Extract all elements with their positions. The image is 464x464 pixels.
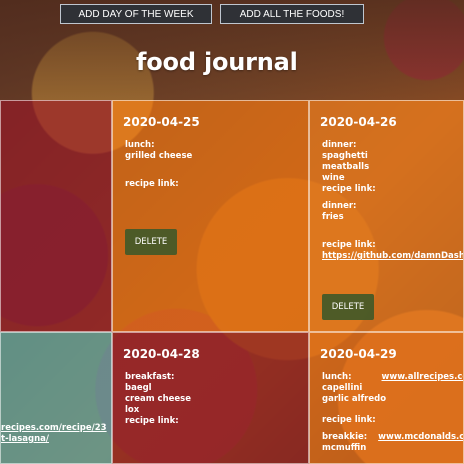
card-2020-04-29: 2020-04-29 lunch: www.allrecipes.co cape… — [309, 332, 464, 464]
recipe-link-label: recipe link: — [125, 179, 179, 189]
card-date: 2020-04-28 — [123, 347, 200, 361]
meal-item: wine — [322, 173, 345, 183]
page-title: food journal — [136, 48, 298, 76]
recipe-link-line[interactable]: recipes.com/recipe/23 — [1, 423, 107, 434]
add-all-the-foods-button[interactable]: ADD ALL THE FOODS! — [220, 4, 364, 24]
meal-label: dinner: — [322, 201, 357, 211]
card-date: 2020-04-26 — [320, 115, 397, 129]
card-content: lunch: grilled cheese recipe link: — [125, 140, 300, 190]
left-top-card — [0, 100, 112, 332]
meal-label: breakkie: www.mcdonalds.con — [322, 432, 463, 443]
add-day-of-the-week-button[interactable]: ADD DAY OF THE WEEK — [60, 4, 212, 24]
card-2020-04-25: 2020-04-25 lunch: grilled cheese recipe … — [112, 100, 309, 332]
recipe-link-line[interactable]: t-lasagna/ — [1, 434, 107, 445]
left-bottom-card: recipes.com/recipe/23 t-lasagna/ — [0, 332, 112, 464]
meal-item: cream cheese — [125, 394, 191, 404]
recipe-link-partial[interactable]: recipes.com/recipe/23 t-lasagna/ — [1, 423, 107, 445]
card-content: lunch: www.allrecipes.co capellini garli… — [322, 372, 463, 454]
journal-grid: 2020-04-25 lunch: grilled cheese recipe … — [0, 100, 464, 464]
card-content: breakfast: baegl cream cheese lox recipe… — [125, 372, 300, 427]
card-content: dinner: spaghetti meatballs wine recipe … — [322, 140, 463, 262]
meal-label: lunch: — [125, 140, 155, 150]
recipe-link[interactable]: www.allrecipes.co — [381, 372, 463, 382]
meal-item: garlic alfredo — [322, 394, 387, 404]
meal-item: baegl — [125, 383, 152, 393]
meal-item: spaghetti — [322, 151, 368, 161]
card-date: 2020-04-29 — [320, 347, 397, 361]
meal-item: grilled cheese — [125, 151, 193, 161]
card-date: 2020-04-25 — [123, 115, 200, 129]
recipe-link-label: recipe link: — [322, 415, 376, 425]
recipe-link[interactable]: www.mcdonalds.con — [378, 432, 463, 442]
recipe-link[interactable]: https://github.com/damnDasha — [322, 251, 463, 261]
meal-item: lox — [125, 405, 140, 415]
recipe-link-label: recipe link: — [322, 184, 376, 194]
meal-item: meatballs — [322, 162, 370, 172]
meal-item: fries — [322, 212, 344, 222]
delete-button[interactable]: DELETE — [322, 294, 374, 320]
card-2020-04-28: 2020-04-28 breakfast: baegl cream cheese… — [112, 332, 309, 464]
delete-button[interactable]: DELETE — [125, 229, 177, 255]
recipe-link-label: recipe link: — [322, 240, 376, 250]
card-2020-04-26: 2020-04-26 dinner: spaghetti meatballs w… — [309, 100, 464, 332]
meal-label: breakfast: — [125, 372, 175, 382]
meal-item: mcmuffin — [322, 443, 367, 453]
meal-item: capellini — [322, 383, 363, 393]
meal-label: lunch: www.allrecipes.co — [322, 372, 463, 383]
recipe-link-label: recipe link: — [125, 416, 179, 426]
meal-label: dinner: — [322, 140, 357, 150]
